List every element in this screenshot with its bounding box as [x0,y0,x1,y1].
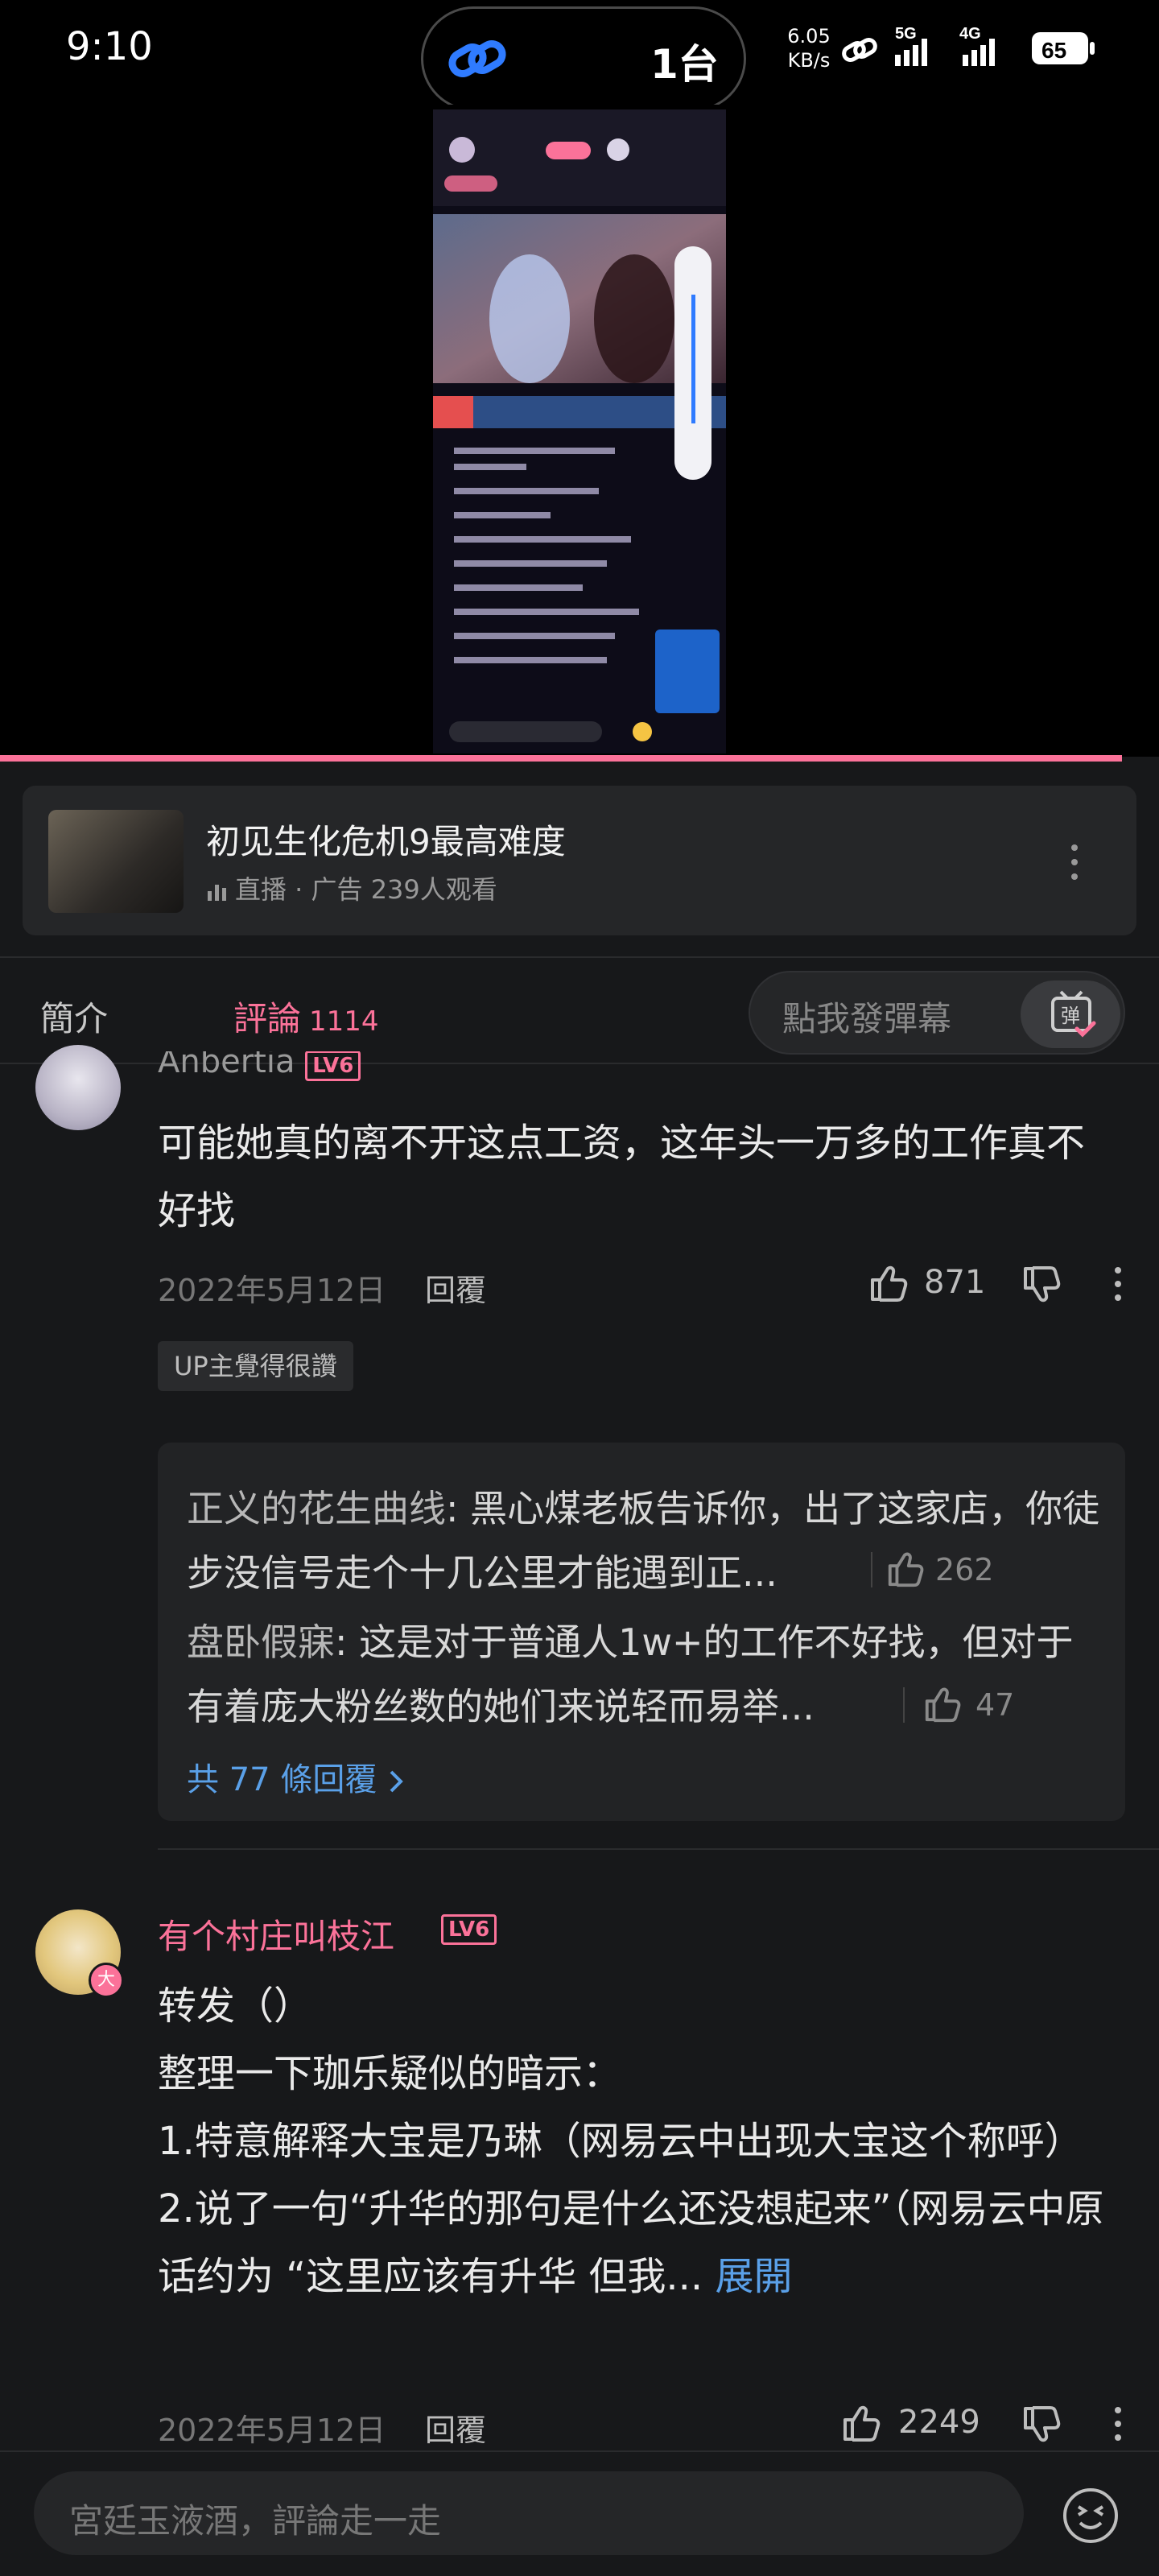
avatar[interactable] [35,1045,121,1130]
status-icons: 5G 4G 65 [839,24,1096,72]
comment-date: 2022年5月12日 [158,2413,386,2448]
reply-button[interactable]: 回覆 [425,2405,486,2450]
video-progress-bar[interactable] [0,755,1122,762]
net-speed: 6.05 KB/s [785,24,833,72]
link-icon [447,32,508,85]
comment-date: 2022年5月12日 [158,1273,386,1308]
danmaku-icon-label: 弹 [1061,1005,1080,1027]
net-speed-unit: KB/s [787,49,831,72]
reply-button[interactable]: 回覆 [425,1265,486,1310]
thumbs-down-icon[interactable] [1021,2404,1062,2446]
emoji-icon[interactable] [1061,2486,1120,2545]
related-video-card[interactable] [23,786,1136,935]
comment-text: 可能她真的离不开这点工资，这年头一万多的工作真不好找 [158,1121,1086,1233]
tab-comments[interactable]: 評論 1114 [233,992,379,1041]
comment-line: 整理一下珈乐疑似的暗示： [158,2051,622,2096]
tab-intro[interactable]: 簡介 [40,992,108,1041]
divider [158,1848,1159,1850]
comment-username[interactable]: 有个村庄叫枝江 [158,1909,394,1959]
more-replies-text: 共 77 條回覆 [187,1761,377,1798]
view-more-replies-link[interactable]: 共 77 條回覆 [187,1753,405,1800]
island-label: 1台 [650,41,719,88]
danmaku-placeholder: 點我發彈幕 [782,999,952,1038]
reply-like-count: 262 [935,1552,994,1587]
video-frame [433,109,726,753]
more-options-icon[interactable] [1070,842,1079,882]
username-text: Anbertia [158,1043,295,1080]
reply-item[interactable]: 盘卧假寐: 这是对于普通人1w+的工作不好找，但对于有着庞大粉丝数的她们来说轻而… [187,1610,1104,1739]
net-speed-value: 6.05 [787,25,831,47]
vip-badge: 大 [89,1963,124,1998]
signal-4g-label: 4G [959,25,981,43]
comment-username[interactable]: Anbertia LV6 [158,1043,361,1081]
video-meta-text: 直播 · 广告 239人观看 [235,874,497,905]
thumbs-up-icon[interactable] [840,2402,882,2444]
level-badge: LV6 [441,1914,497,1945]
tab-comments-label: 評論 [233,999,302,1038]
clock: 9:10 [66,24,153,69]
comment-text: 转发（） 整理一下珈乐疑似的暗示： 1.特意解释大宝是乃琳（网易云中出现大宝这个… [158,1972,1116,2310]
separator [903,1687,905,1723]
comment-line: 1.特意解释大宝是乃琳（网易云中出现大宝这个称呼） [158,2119,1083,2164]
more-options-icon[interactable] [1114,2405,1122,2442]
comment-input-placeholder: 宮廷玉液酒，評論走一走 [69,2501,442,2541]
thumbs-up-icon[interactable] [868,1262,909,1304]
video-thumbnail[interactable] [48,810,184,913]
more-options-icon[interactable] [1114,1265,1122,1302]
up-liked-badge: UP主覺得很讚 [158,1341,353,1391]
danmaku-toggle-icon[interactable]: 弹 [1021,980,1120,1048]
divider [0,956,1159,958]
thumbs-up-icon[interactable] [885,1549,926,1589]
chevron-right-icon [387,1769,405,1794]
thumbs-up-icon[interactable] [922,1684,963,1724]
separator [871,1552,872,1587]
like-count: 2249 [898,2404,980,2441]
thumbs-down-icon[interactable] [1021,1264,1062,1306]
video-meta: 直播 · 广告 239人观看 [206,869,497,906]
comment-line: 2.说了一句“升华的那句是什么还没想起来”（网易云中原话约为 “这里应该有升华 … [158,2186,1104,2299]
signal-5g-label: 5G [895,25,917,43]
video-title[interactable]: 初见生化危机9最高难度 [206,815,566,864]
battery-level: 65 [1041,38,1066,63]
reply-username[interactable]: 盘卧假寐 [187,1620,335,1664]
bar-chart-icon [206,880,229,902]
comment-line: 转发（） [158,1984,313,2029]
like-count: 871 [924,1264,986,1301]
level-badge: LV6 [305,1051,361,1081]
tab-comments-count: 1114 [309,1005,379,1038]
reply-like-count: 47 [975,1687,1015,1723]
page: { "status_bar": { "time": "9:10", "islan… [0,0,1159,2576]
reply-username[interactable]: 正义的花生曲线 [187,1487,446,1530]
expand-link[interactable]: 展開 [715,2254,792,2299]
